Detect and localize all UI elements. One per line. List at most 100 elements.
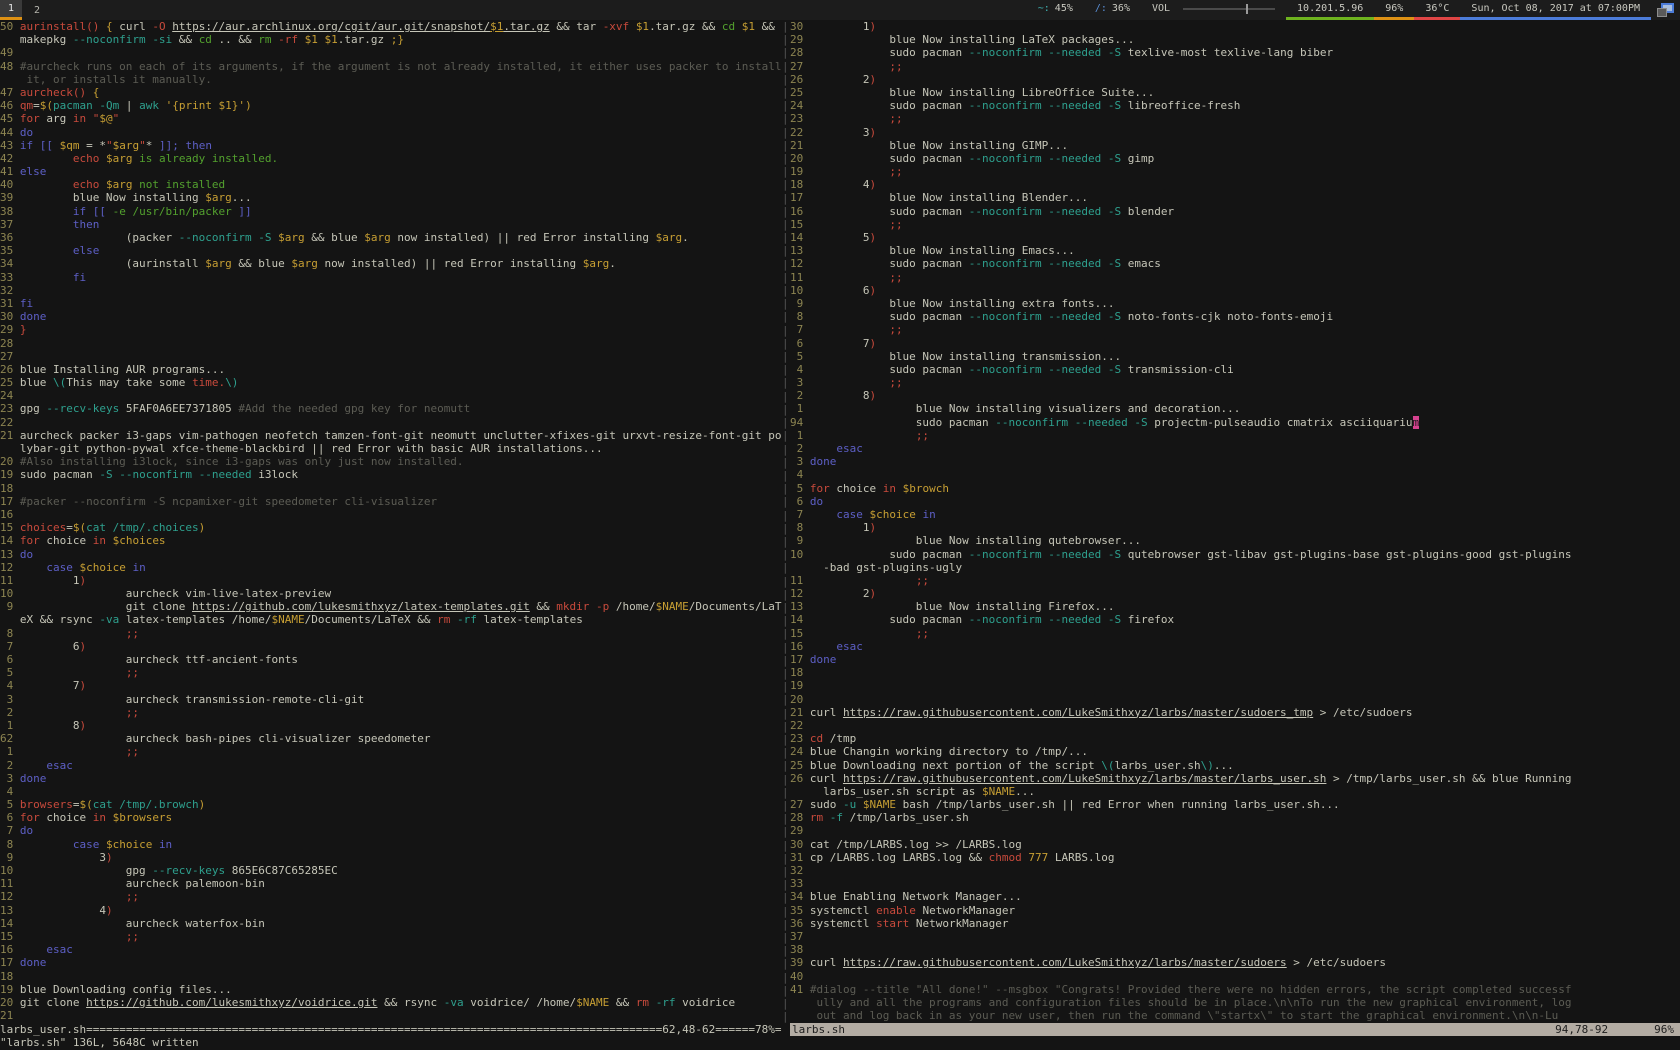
code-line[interactable]: 34blue Enabling Network Manager... — [790, 890, 1680, 903]
code-line[interactable]: 25 blue Now installing LibreOffice Suite… — [790, 86, 1680, 99]
code-line[interactable]: 15 ;; — [0, 930, 782, 943]
code-line[interactable]: 37 — [790, 930, 1680, 943]
code-line[interactable]: 18 — [0, 482, 782, 495]
code-line[interactable]: 23 ;; — [790, 112, 1680, 125]
code-line[interactable]: 44do — [0, 126, 782, 139]
code-line[interactable]: 18 — [0, 970, 782, 983]
code-line[interactable]: 9 git clone https://github.com/lukesmith… — [0, 600, 782, 613]
code-line[interactable]: 16 — [0, 508, 782, 521]
code-line[interactable]: 31cp /LARBS.log LARBS.log && chmod 777 L… — [790, 851, 1680, 864]
code-line[interactable]: 12 2) — [790, 587, 1680, 600]
code-line[interactable]: 1 ;; — [0, 745, 782, 758]
code-line[interactable]: 27 — [0, 350, 782, 363]
code-line[interactable]: 20 sudo pacman --noconfirm --needed -S g… — [790, 152, 1680, 165]
code-line[interactable]: 32 — [0, 284, 782, 297]
code-line[interactable]: 39curl https://raw.githubusercontent.com… — [790, 956, 1680, 969]
code-line[interactable]: 14for choice in $choices — [0, 534, 782, 547]
code-line[interactable]: lybar-git python-pywal xfce-theme-blackb… — [0, 442, 782, 455]
code-line[interactable]: 27sudo -u $NAME bash /tmp/larbs_user.sh … — [790, 798, 1680, 811]
code-line[interactable]: 28rm -f /tmp/larbs_user.sh — [790, 811, 1680, 824]
code-line[interactable]: 43if [[ $qm = *"$arg"* ]]; then — [0, 139, 782, 152]
code-line[interactable]: 20 — [790, 693, 1680, 706]
code-line[interactable]: 1 ;; — [790, 429, 1680, 442]
statusline-active[interactable]: larbs.sh 94,78-9296% — [790, 1023, 1680, 1036]
code-line[interactable]: 17done — [0, 956, 782, 969]
code-line[interactable]: 24blue Changin working directory to /tmp… — [790, 745, 1680, 758]
code-line[interactable]: 4 sudo pacman --noconfirm --needed -S tr… — [790, 363, 1680, 376]
code-line[interactable]: 19 ;; — [790, 165, 1680, 178]
code-line[interactable]: 11 ;; — [790, 271, 1680, 284]
code-line[interactable]: 14 5) — [790, 231, 1680, 244]
code-line[interactable]: 21 — [0, 1009, 782, 1022]
tray-computer-icon[interactable] — [1657, 3, 1674, 18]
code-line[interactable]: 13 4) — [0, 904, 782, 917]
code-line[interactable]: ully and all the programs and configurat… — [790, 996, 1680, 1009]
code-line[interactable]: 25blue \(This may take some time.\) — [0, 376, 782, 389]
vim-pane-larbs-user[interactable]: 50aurinstall() { curl -O https://aur.arc… — [0, 20, 782, 1023]
code-line[interactable]: 12 case $choice in — [0, 561, 782, 574]
code-line[interactable]: 24 sudo pacman --noconfirm --needed -S l… — [790, 99, 1680, 112]
statusline-inactive[interactable]: larbs_user.sh===========================… — [0, 1023, 790, 1036]
code-line[interactable]: 6for choice in $browsers — [0, 811, 782, 824]
code-line[interactable]: 10 6) — [790, 284, 1680, 297]
code-line[interactable]: 6 aurcheck ttf-ancient-fonts — [0, 653, 782, 666]
code-line[interactable]: 35 else — [0, 244, 782, 257]
code-line[interactable]: 29 — [790, 824, 1680, 837]
code-line[interactable]: 8 ;; — [0, 627, 782, 640]
code-line[interactable]: 33 — [790, 877, 1680, 890]
code-line[interactable]: 7 ;; — [790, 323, 1680, 336]
code-line[interactable]: 36systemctl start NetworkManager — [790, 917, 1680, 930]
code-line[interactable]: 17 blue Now installing Blender... — [790, 191, 1680, 204]
code-line[interactable]: 33 fi — [0, 271, 782, 284]
code-line[interactable]: 5 ;; — [0, 666, 782, 679]
code-line[interactable]: 16 esac — [790, 640, 1680, 653]
code-line[interactable]: 40 — [790, 970, 1680, 983]
code-line[interactable]: 6 7) — [790, 337, 1680, 350]
code-line[interactable]: 7 6) — [0, 640, 782, 653]
code-line[interactable]: 12 ;; — [0, 890, 782, 903]
code-line[interactable]: 2 8) — [790, 389, 1680, 402]
code-line[interactable]: 5 blue Now installing transmission... — [790, 350, 1680, 363]
code-line[interactable]: 22 — [790, 719, 1680, 732]
code-line[interactable]: 5browsers=$(cat /tmp/.browch) — [0, 798, 782, 811]
code-line[interactable]: 17#packer --noconfirm -S ncpamixer-git s… — [0, 495, 782, 508]
code-line[interactable]: 24 — [0, 389, 782, 402]
code-line[interactable]: 15choices=$(cat /tmp/.choices) — [0, 521, 782, 534]
code-line[interactable]: 28 sudo pacman --noconfirm --needed -S t… — [790, 46, 1680, 59]
code-line[interactable]: 47aurcheck() { — [0, 86, 782, 99]
code-line[interactable]: 38 if [[ -e /usr/bin/packer ]] — [0, 205, 782, 218]
code-line[interactable]: 16 esac — [0, 943, 782, 956]
code-line[interactable]: 20#Also installing i3lock, since i3-gaps… — [0, 455, 782, 468]
code-line[interactable]: 34 (aurinstall $arg && blue $arg now ins… — [0, 257, 782, 270]
volume-slider-knob[interactable] — [1246, 4, 1248, 14]
code-line[interactable]: 21aurcheck packer i3-gaps vim-pathogen n… — [0, 429, 782, 442]
code-line[interactable]: 8 sudo pacman --noconfirm --needed -S no… — [790, 310, 1680, 323]
code-line[interactable]: 42 echo $arg is already installed. — [0, 152, 782, 165]
code-line[interactable]: 3 aurcheck transmission-remote-cli-git — [0, 693, 782, 706]
code-line-cursor[interactable]: 94 sudo pacman --noconfirm --needed -S p… — [790, 416, 1680, 429]
code-line[interactable]: 7 case $choice in — [790, 508, 1680, 521]
code-line[interactable]: 19blue Downloading config files... — [0, 983, 782, 996]
code-line[interactable]: 7do — [0, 824, 782, 837]
code-line[interactable]: 49 — [0, 46, 782, 59]
code-line[interactable]: 21 blue Now installing GIMP... — [790, 139, 1680, 152]
code-line[interactable]: 28 — [0, 337, 782, 350]
code-line[interactable]: 27 ;; — [790, 60, 1680, 73]
code-line[interactable]: larbs_user.sh script as $NAME... — [790, 785, 1680, 798]
code-line[interactable]: 35systemctl enable NetworkManager — [790, 904, 1680, 917]
code-line[interactable]: 4 — [790, 468, 1680, 481]
code-line[interactable]: 13 blue Now installing Emacs... — [790, 244, 1680, 257]
code-line[interactable]: 20git clone https://github.com/lukesmith… — [0, 996, 782, 1009]
code-line[interactable]: 16 sudo pacman --noconfirm --needed -S b… — [790, 205, 1680, 218]
code-line[interactable]: 13 blue Now installing Firefox... — [790, 600, 1680, 613]
workspace-button[interactable]: 1 — [0, 0, 22, 20]
code-line[interactable]: 39 blue Now installing $arg... — [0, 191, 782, 204]
code-line[interactable]: 15 ;; — [790, 218, 1680, 231]
code-line[interactable]: 48#aurcheck runs on each of its argument… — [0, 60, 782, 73]
code-line[interactable]: 13do — [0, 548, 782, 561]
code-line[interactable]: 11 ;; — [790, 574, 1680, 587]
code-line[interactable]: 22 — [0, 416, 782, 429]
vim-command-line[interactable]: "larbs.sh" 136L, 5648C written — [0, 1036, 1680, 1049]
code-line[interactable]: 23gpg --recv-keys 5FAF0A6EE7371805 #Add … — [0, 402, 782, 415]
code-line[interactable]: 26 2) — [790, 73, 1680, 86]
